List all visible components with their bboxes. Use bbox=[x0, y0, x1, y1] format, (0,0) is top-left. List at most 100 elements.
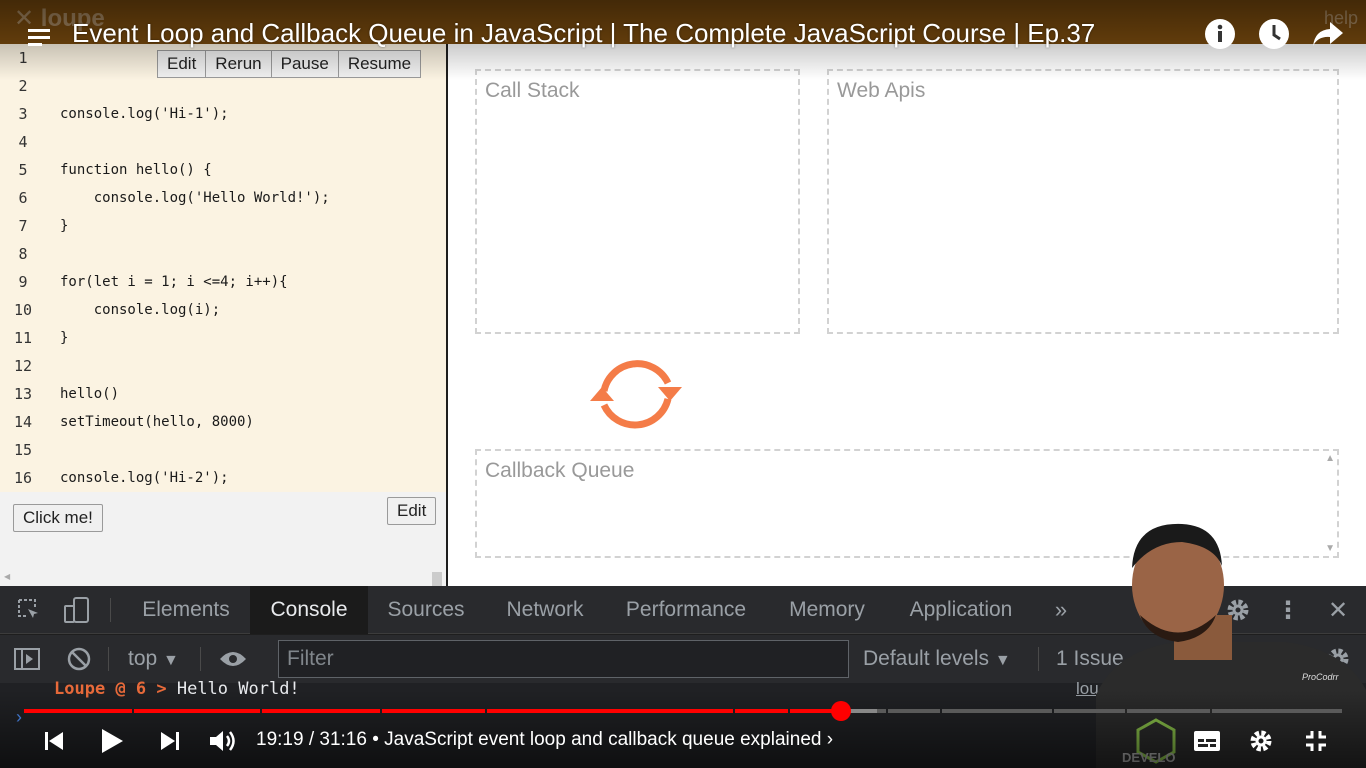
tab-memory[interactable]: Memory bbox=[766, 586, 888, 634]
code-text: } bbox=[60, 218, 69, 234]
vertical-scrollbar[interactable] bbox=[432, 572, 442, 586]
line-number: 9 bbox=[18, 273, 28, 291]
volume-icon[interactable] bbox=[204, 722, 240, 760]
video-frame[interactable]: ✕ loupe help 1 2 3 console.log('Hi-1'); 4 5 fu… bbox=[0, 0, 1366, 768]
queue-scroll-up-icon[interactable]: ▲ bbox=[1325, 453, 1335, 464]
web-apis-label: Web Apis bbox=[837, 79, 926, 102]
line-number: 2 bbox=[18, 77, 28, 95]
separator bbox=[108, 647, 109, 671]
filter-input[interactable]: Filter bbox=[278, 640, 849, 678]
progress-segment bbox=[487, 709, 734, 713]
click-me-button[interactable]: Click me! bbox=[13, 504, 103, 532]
progress-bar[interactable] bbox=[24, 701, 1342, 721]
code-text: console.log(i); bbox=[60, 302, 221, 318]
code-line[interactable]: 6 console.log('Hello World!'); bbox=[0, 184, 446, 212]
next-icon[interactable] bbox=[152, 722, 188, 760]
dropdown-arrow-icon: ▼ bbox=[994, 652, 1011, 669]
exit-fullscreen-icon[interactable] bbox=[1298, 722, 1334, 760]
levels-label: Default levels bbox=[863, 647, 990, 670]
context-selector[interactable]: top ▼ bbox=[128, 647, 179, 671]
code-line[interactable]: 14 setTimeout(hello, 8000) bbox=[0, 408, 446, 436]
console-log-line: Loupe @ 6 > Hello World! bbox=[54, 679, 300, 699]
inspect-element-icon[interactable] bbox=[14, 596, 44, 624]
video-title[interactable]: Event Loop and Callback Queue in JavaScr… bbox=[72, 18, 1095, 49]
line-number: 11 bbox=[13, 329, 33, 347]
log-message: Hello World! bbox=[176, 679, 300, 699]
html-preview-panel: Click me! Edit ◀ bbox=[0, 492, 446, 586]
sidebar-toggle-icon[interactable] bbox=[12, 645, 42, 673]
code-editor[interactable]: 1 2 3 console.log('Hi-1'); 4 5 function hello(… bbox=[0, 44, 446, 492]
tab-sources[interactable]: Sources bbox=[368, 586, 484, 634]
tab-console[interactable]: Console bbox=[250, 586, 368, 634]
code-text: for(let i = 1; i <=4; i++){ bbox=[60, 274, 288, 290]
watch-later-icon[interactable] bbox=[1256, 16, 1292, 52]
code-line[interactable]: 7} bbox=[0, 212, 446, 240]
line-number: 6 bbox=[18, 189, 28, 207]
code-text: function hello() { bbox=[60, 162, 212, 178]
horizontal-scrollbar[interactable]: ◀ bbox=[4, 572, 430, 582]
event-loop-visualizer: Call Stack Web Apis Callback Queue ▲ ▼ bbox=[448, 44, 1366, 586]
line-number: 10 bbox=[13, 301, 33, 319]
line-number: 5 bbox=[18, 161, 28, 179]
code-line[interactable]: 10 console.log(i); bbox=[0, 296, 446, 324]
chapter-title[interactable]: • JavaScript event loop and callback que… bbox=[372, 729, 821, 750]
line-number: 15 bbox=[13, 441, 33, 459]
progress-segment bbox=[887, 709, 940, 713]
code-text: console.log('Hi-1'); bbox=[60, 106, 229, 122]
info-icon[interactable] bbox=[1202, 16, 1238, 52]
rerun-button[interactable]: Rerun bbox=[205, 50, 272, 78]
console-prompt-icon: › bbox=[16, 707, 22, 727]
chapter-arrow-icon[interactable]: › bbox=[827, 729, 833, 750]
tab-application[interactable]: Application bbox=[888, 586, 1034, 634]
code-line[interactable]: 8 bbox=[0, 240, 446, 268]
play-icon[interactable] bbox=[92, 722, 132, 760]
edit-button[interactable]: Edit bbox=[157, 50, 207, 78]
line-number: 14 bbox=[13, 413, 33, 431]
clear-console-icon[interactable] bbox=[64, 645, 94, 673]
code-line[interactable]: 3 console.log('Hi-1'); bbox=[0, 100, 446, 128]
code-line[interactable]: 11} bbox=[0, 324, 446, 352]
code-text: hello() bbox=[60, 386, 120, 402]
code-line[interactable]: 5 function hello() { bbox=[0, 156, 446, 184]
subtitles-icon[interactable] bbox=[1188, 722, 1226, 760]
log-levels-dropdown[interactable]: Default levels ▼ bbox=[863, 647, 1011, 671]
code-line[interactable]: 13 hello() bbox=[0, 380, 446, 408]
tab-network[interactable]: Network bbox=[484, 586, 606, 634]
separator bbox=[1038, 647, 1039, 671]
line-number: 4 bbox=[18, 133, 28, 151]
share-icon[interactable] bbox=[1310, 16, 1346, 52]
editor-toolbar: Edit Rerun Pause Resume bbox=[157, 50, 422, 78]
more-tabs-icon[interactable]: » bbox=[1048, 586, 1074, 634]
progress-segment bbox=[735, 709, 789, 713]
code-line[interactable]: 9 for(let i = 1; i <=4; i++){ bbox=[0, 268, 446, 296]
line-number: 13 bbox=[13, 385, 33, 403]
resume-button[interactable]: Resume bbox=[337, 50, 422, 78]
code-text: console.log('Hello World!'); bbox=[60, 190, 330, 206]
progress-segment bbox=[134, 709, 260, 713]
previous-icon[interactable] bbox=[36, 722, 72, 760]
code-line[interactable]: 12 bbox=[0, 352, 446, 380]
context-label: top bbox=[128, 647, 158, 670]
tab-elements[interactable]: Elements bbox=[122, 586, 250, 634]
eye-icon[interactable] bbox=[216, 645, 250, 673]
code-line[interactable]: 15 bbox=[0, 436, 446, 464]
edit-html-button[interactable]: Edit bbox=[387, 497, 437, 525]
progress-segment bbox=[942, 709, 1053, 713]
dropdown-arrow-icon: ▼ bbox=[163, 652, 179, 669]
log-source: Loupe @ 6 > bbox=[54, 679, 167, 699]
settings-gear-icon[interactable] bbox=[1242, 722, 1280, 760]
progress-segment bbox=[381, 709, 486, 713]
event-loop-icon bbox=[590, 360, 682, 429]
code-line[interactable]: 16 console.log('Hi-2'); bbox=[0, 464, 446, 492]
pause-button[interactable]: Pause bbox=[270, 50, 339, 78]
channel-watermark: ProCodrr bbox=[1302, 672, 1339, 682]
device-toolbar-icon[interactable] bbox=[60, 596, 94, 624]
code-text: setTimeout(hello, 8000) bbox=[60, 414, 254, 430]
playlist-menu-icon[interactable] bbox=[22, 20, 56, 54]
call-stack-box: Call Stack bbox=[475, 69, 800, 334]
progress-segment bbox=[877, 709, 886, 713]
progress-segment bbox=[1212, 709, 1342, 713]
tab-performance[interactable]: Performance bbox=[606, 586, 766, 634]
separator bbox=[110, 598, 111, 622]
code-line[interactable]: 4 bbox=[0, 128, 446, 156]
